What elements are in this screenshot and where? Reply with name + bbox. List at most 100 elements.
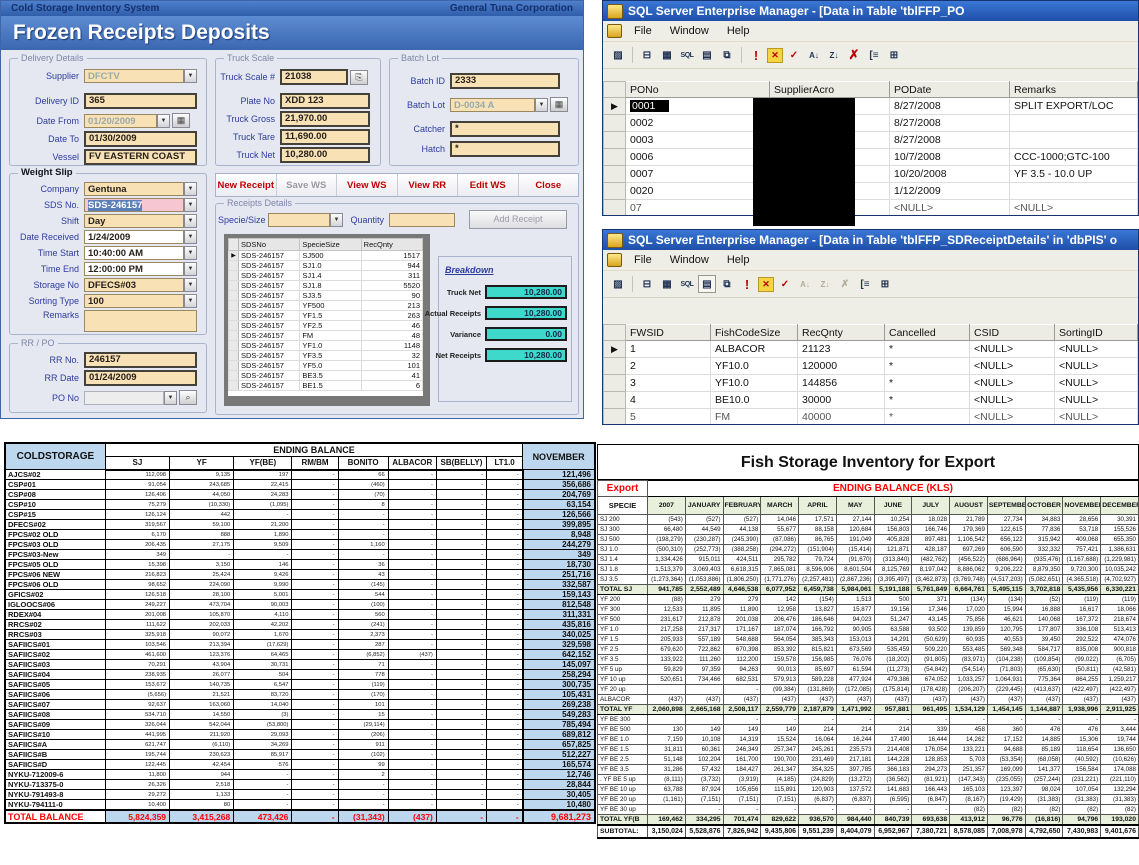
coldstorage-row[interactable]: SAFIICS#08 534,710 14,550 (3) -15- - - 549,28… bbox=[4, 709, 596, 720]
verify-sql-icon[interactable]: ✓ bbox=[776, 275, 794, 293]
catcher-field[interactable]: * bbox=[450, 121, 560, 137]
fish-row[interactable]: YF BE 30 up - - - - - - - (82) (82) (82) (82) (82) bbox=[597, 804, 1139, 815]
receipt-row[interactable]: SDS-246157 SJ1.8 5520 bbox=[228, 280, 423, 291]
menu-item[interactable]: Help bbox=[720, 252, 761, 268]
menu-item[interactable]: File bbox=[627, 252, 663, 268]
grid-column-header[interactable]: Cancelled bbox=[884, 324, 970, 341]
grid-column-header[interactable]: RecQnty bbox=[797, 324, 885, 341]
add-table-icon[interactable]: ⊞ bbox=[876, 275, 894, 293]
fish-row[interactable]: YF 20 up - (99,384) (131,869) (172,085) (175… bbox=[597, 684, 1139, 695]
coldstorage-row[interactable]: GFICS#02 126,518 28,100 5,001-544- - - 159,1… bbox=[4, 589, 596, 600]
time-start-field[interactable]: 10:40:00 AM bbox=[84, 246, 184, 260]
table-row[interactable]: 0007 10/20/2008 YF 3.5 - 10.0 UP bbox=[603, 165, 1138, 183]
show-sql-pane-icon[interactable]: SQL bbox=[678, 275, 696, 293]
chevron-down-icon[interactable]: ▼ bbox=[184, 69, 197, 83]
coldstorage-row[interactable]: SAFIICS#02 461,600 123,376 64,465- (6,852)(… bbox=[4, 649, 596, 660]
fish-row[interactable]: TOTAL YF 2,060,898 2,665,168 2,508,117 2,55… bbox=[597, 704, 1139, 715]
fish-row[interactable]: YF 2.5 679,620 722,862 670,398 853,392 815,8… bbox=[597, 644, 1139, 655]
vessel-field[interactable]: FV EASTERN COAST bbox=[84, 149, 197, 165]
table-row[interactable]: ▶ 1 ALBACOR 21123 * <NULL> <NULL> bbox=[603, 340, 1138, 358]
row-pointer[interactable] bbox=[603, 391, 626, 409]
window-titlebar[interactable]: SQL Server Enterprise Manager - [Data in… bbox=[603, 230, 1138, 250]
table-row[interactable]: 0003 8/27/2008 bbox=[603, 131, 1138, 149]
row-pointer[interactable]: ▶ bbox=[603, 340, 626, 358]
sort-ascending-icon[interactable]: A↓ bbox=[805, 46, 823, 64]
fish-row[interactable]: YF 500 231,617 212,878 201,038 206,476 186,6… bbox=[597, 614, 1139, 625]
batch-id-field[interactable]: 2333 bbox=[450, 73, 560, 89]
ws-button[interactable]: Edit WS bbox=[458, 174, 519, 196]
ws-button[interactable]: Save WS bbox=[276, 174, 337, 196]
row-pointer[interactable] bbox=[603, 374, 626, 392]
row-pointer[interactable] bbox=[603, 131, 626, 149]
supplier-field[interactable]: DFCTV bbox=[84, 69, 184, 83]
remove-filter-icon[interactable]: ✗ bbox=[836, 275, 854, 293]
add-table-icon[interactable]: ⊞ bbox=[885, 46, 903, 64]
table-row[interactable]: 0020 1/12/2009 bbox=[603, 182, 1138, 200]
fish-row[interactable]: . YF BE 5 up (8,111) (3,732) (3,919) (4,185… bbox=[597, 774, 1139, 785]
child-window-icon[interactable] bbox=[607, 253, 622, 267]
table-row[interactable]: 3 YF10.0 144856 * <NULL> <NULL> bbox=[603, 374, 1138, 392]
coldstorage-row[interactable]: AJCS#02 112,098 9,135 197-66- - - 121,496 bbox=[4, 469, 596, 480]
grid-column-header[interactable]: SortingID bbox=[1054, 324, 1138, 341]
chevron-down-icon[interactable]: ▼ bbox=[535, 97, 548, 112]
company-field[interactable]: Gentuna bbox=[84, 182, 184, 196]
coldstorage-row[interactable]: FPCS#03-New 349- - - - - - - 349 bbox=[4, 549, 596, 560]
coldstorage-row[interactable]: SAFIICS#B 195,744 230,623 85,917- (102) - - - … bbox=[4, 749, 596, 760]
coldstorage-row[interactable]: SAFIICS#06 (5,656) 21,521 83,720- (170) - - - … bbox=[4, 689, 596, 700]
storage-no-field[interactable]: DFECS#03 bbox=[84, 278, 184, 292]
grid-column-header[interactable]: RecQnty bbox=[360, 238, 423, 251]
row-pointer[interactable] bbox=[603, 357, 626, 375]
table-row[interactable]: 07 <NULL> <NULL> bbox=[603, 199, 1138, 215]
truck-net-field[interactable]: 10,280.00 bbox=[280, 147, 370, 163]
run-icon[interactable]: ! bbox=[738, 275, 756, 293]
show-results-pane-icon[interactable]: ▤ bbox=[698, 46, 716, 64]
fish-row[interactable]: YF BE 20 up (1,161) (7,151) (7,151) (7,151)… bbox=[597, 794, 1139, 805]
sds-no-field[interactable]: SDS-246157 bbox=[84, 198, 184, 212]
coldstorage-row[interactable]: CSP#08 126,406 44,050 24,283- (70) - - - 204,7… bbox=[4, 489, 596, 500]
properties-icon[interactable]: ▨ bbox=[609, 46, 627, 64]
table-row[interactable]: 0002 8/27/2008 bbox=[603, 114, 1138, 132]
fish-row[interactable]: YF BE 2.5 51,148 102,204 161,700 190,700 231… bbox=[597, 754, 1139, 765]
plate-no-field[interactable]: XDD 123 bbox=[280, 93, 370, 109]
receipt-row[interactable]: SDS-246157 FM 48 bbox=[228, 330, 423, 341]
data-grid[interactable]: PONo SupplierAcro PODate Remarks ▶ 0001 8/2… bbox=[603, 81, 1138, 215]
table-row[interactable]: 0006 10/7/2008 CCC-1000;GTC-100 bbox=[603, 148, 1138, 166]
row-pointer[interactable] bbox=[603, 199, 626, 215]
sort-ascending-icon[interactable]: A↓ bbox=[796, 275, 814, 293]
coldstorage-row[interactable]: TOTAL BALANCE 5,824,359 3,415,268 473,426-… bbox=[4, 809, 596, 824]
coldstorage-row[interactable]: FPCS#06 OLD 98,652 224,090 9,990- (145) - - - … bbox=[4, 579, 596, 590]
hatch-field[interactable]: * bbox=[450, 141, 560, 157]
delivery-id-field[interactable]: 365 bbox=[84, 93, 197, 109]
show-diagram-pane-icon[interactable]: ⊟ bbox=[638, 46, 656, 64]
row-pointer[interactable]: ▶ bbox=[603, 97, 626, 115]
date-to-field[interactable]: 01/30/2009 bbox=[84, 131, 197, 147]
coldstorage-row[interactable]: CSP#01 91,054 243,685 22,415- (460) - - - 356,… bbox=[4, 479, 596, 490]
fish-row[interactable]: SJ 1.0 (500,310) (252,773) (388,258) (294,2… bbox=[597, 544, 1139, 555]
coldstorage-row[interactable]: RRCS#03 325,918 90,072 1,670-2,373- - - 340,… bbox=[4, 629, 596, 640]
coldstorage-row[interactable]: SAFIICS#01 103,546 213,394 (17,629) -287- - -… bbox=[4, 639, 596, 650]
fish-row[interactable]: TOTAL YF(B 169,462 334,295 701,474 829,622 9… bbox=[597, 814, 1139, 825]
row-pointer[interactable] bbox=[603, 182, 626, 200]
coldstorage-row[interactable]: NYKU-712009-6 11,800 944- -2- - - 12,746 bbox=[4, 769, 596, 780]
chevron-down-icon[interactable]: ▼ bbox=[184, 246, 197, 260]
coldstorage-row[interactable]: IGLOOCS#06 249,227 473,704 90,003- (100) - - -… bbox=[4, 599, 596, 610]
receipt-row[interactable]: SDS-246157 BE3.5 41 bbox=[228, 370, 423, 381]
show-results-pane-icon[interactable]: ▤ bbox=[698, 275, 716, 293]
batch-lot-field[interactable]: D-0034 A bbox=[450, 97, 535, 112]
receipt-row[interactable]: SDS-246157 SJ3.5 90 bbox=[228, 290, 423, 301]
toolbar-separator[interactable] bbox=[741, 47, 742, 63]
coldstorage-row[interactable]: SAFIICS#03 70,291 43,904 30,731-71- - - 145,… bbox=[4, 659, 596, 670]
coldstorage-row[interactable]: RDEX#04 201,008 105,870 4,110-560- - - 311,3… bbox=[4, 609, 596, 620]
chevron-down-icon[interactable]: ▼ bbox=[164, 390, 177, 405]
fish-row[interactable]: YF BE 1.5 31,811 60,361 246,349 257,347 245,… bbox=[597, 744, 1139, 755]
chevron-down-icon[interactable]: ▼ bbox=[157, 113, 170, 128]
table-row[interactable]: 4 BE10.0 30000 * <NULL> <NULL> bbox=[603, 391, 1138, 409]
fish-row[interactable]: SJ 300 66,480 44,549 44,138 55,677 88,158 120… bbox=[597, 524, 1139, 535]
fish-row[interactable]: YF BE 300 ----------- bbox=[597, 714, 1139, 725]
fish-row[interactable]: SJ 3.5 (1,273,364) (1,053,886) (1,806,250)… bbox=[597, 574, 1139, 585]
chevron-down-icon[interactable]: ▼ bbox=[330, 212, 343, 227]
grid-column-header[interactable]: SDSNo bbox=[237, 238, 301, 251]
date-from-field[interactable]: 01/20/2009 bbox=[84, 113, 157, 128]
fish-row[interactable]: SUBTOTAL: 3,150,024 5,528,876 7,826,942 9,4… bbox=[597, 823, 1139, 839]
row-pointer[interactable] bbox=[603, 148, 626, 166]
